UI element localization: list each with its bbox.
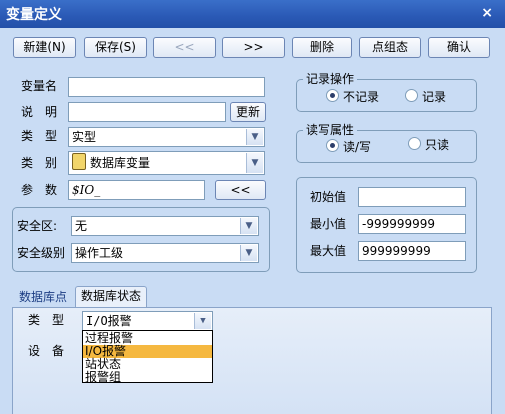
- window-title: 变量定义: [6, 7, 62, 23]
- database-icon: [72, 153, 86, 170]
- chevron-down-icon[interactable]: ▼: [246, 153, 263, 173]
- name-input[interactable]: [68, 77, 265, 97]
- category-value: 数据库变量: [90, 156, 151, 170]
- update-button[interactable]: 更新: [230, 102, 266, 122]
- status-type-select[interactable]: I/O报警 ▼: [82, 311, 213, 331]
- status-type-label: 类 型: [28, 313, 65, 327]
- chevron-down-icon[interactable]: ▼: [240, 245, 257, 261]
- initial-label: 初始值: [310, 190, 347, 204]
- next-button[interactable]: >>: [222, 37, 285, 58]
- radio-icon: [326, 89, 339, 102]
- security-zone-select[interactable]: 无 ▼: [71, 216, 259, 236]
- type-value: 实型: [72, 130, 97, 144]
- security-zone-value: 无: [75, 219, 88, 233]
- security-level-value: 操作工级: [75, 246, 124, 260]
- security-level-label: 安全级别: [17, 246, 66, 260]
- radio-icon: [408, 137, 421, 150]
- param-label: 参 数: [21, 183, 58, 197]
- rw-group-title: 读写属性: [303, 123, 358, 137]
- tab-database-status[interactable]: 数据库状态: [75, 286, 147, 308]
- tab-database-point[interactable]: 数据库点: [12, 288, 74, 308]
- record-group-title: 记录操作: [303, 72, 358, 86]
- type-label: 类 型: [21, 129, 58, 143]
- dropdown-option[interactable]: 报警组: [83, 371, 212, 384]
- desc-input[interactable]: [68, 102, 226, 122]
- rw-option-readwrite[interactable]: 读/写: [326, 138, 371, 156]
- title-bar: 变量定义 ×: [0, 0, 505, 28]
- save-button[interactable]: 保存(S): [84, 37, 147, 58]
- category-select[interactable]: 数据库变量 ▼: [68, 151, 265, 175]
- radio-icon: [326, 139, 339, 152]
- min-input[interactable]: -999999999: [358, 214, 466, 234]
- security-zone-label: 安全区:: [17, 219, 58, 233]
- category-label: 类 别: [21, 156, 58, 170]
- max-label: 最大值: [310, 244, 347, 258]
- type-select[interactable]: 实型 ▼: [68, 127, 265, 147]
- param-insert-button[interactable]: <<: [215, 180, 266, 200]
- radio-icon: [405, 89, 418, 102]
- max-input[interactable]: 999999999: [358, 241, 466, 261]
- record-option-none[interactable]: 不记录: [326, 88, 379, 106]
- rw-option-readonly[interactable]: 只读: [408, 136, 449, 154]
- ok-button[interactable]: 确认: [428, 37, 490, 58]
- status-device-label: 设 备: [28, 344, 65, 358]
- delete-button[interactable]: 删除: [292, 37, 352, 58]
- desc-label: 说 明: [21, 105, 58, 119]
- chevron-down-icon[interactable]: ▼: [240, 218, 257, 234]
- initial-input[interactable]: [358, 187, 466, 207]
- chevron-down-icon[interactable]: ▼: [194, 313, 211, 329]
- status-type-dropdown: 过程报警 I/O报警 站状态 报警组: [82, 330, 213, 383]
- min-label: 最小值: [310, 217, 347, 231]
- param-input[interactable]: $IO_: [68, 180, 205, 200]
- close-icon[interactable]: ×: [481, 5, 493, 21]
- record-option-record[interactable]: 记录: [405, 88, 446, 106]
- status-type-value: I/O报警: [86, 314, 132, 328]
- new-button[interactable]: 新建(N): [13, 37, 76, 58]
- point-config-button[interactable]: 点组态: [359, 37, 421, 58]
- security-level-select[interactable]: 操作工级 ▼: [71, 243, 259, 263]
- chevron-down-icon[interactable]: ▼: [246, 129, 263, 145]
- name-label: 变量名: [21, 79, 58, 93]
- prev-button[interactable]: <<: [153, 37, 216, 58]
